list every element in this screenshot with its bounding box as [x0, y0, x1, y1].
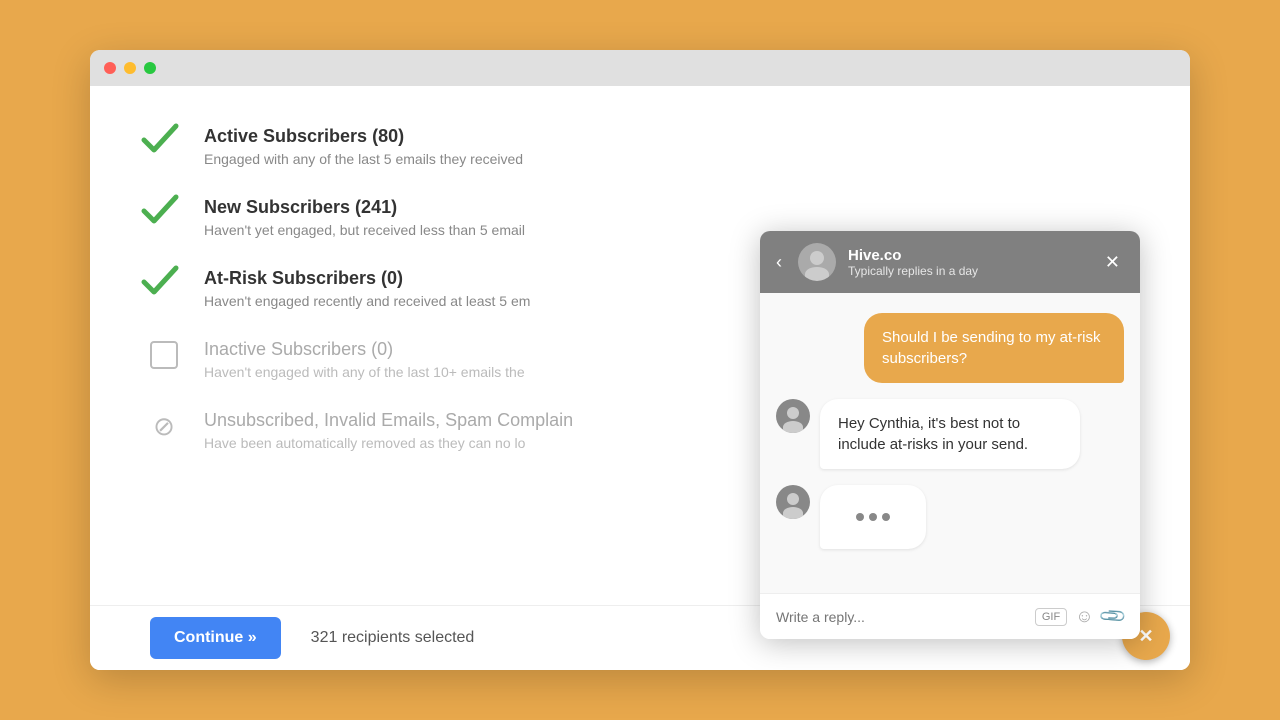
message-bubble-right: Should I be sending to my at-risk subscr… — [864, 313, 1124, 383]
item-title-unsubscribed: Unsubscribed, Invalid Emails, Spam Compl… — [204, 410, 573, 431]
blocked-icon: ⊘ — [150, 412, 178, 440]
chat-avatar — [798, 243, 836, 281]
message-incoming-2 — [776, 485, 1124, 549]
checkbox-active[interactable] — [150, 128, 184, 162]
checkbox-at-risk[interactable] — [150, 270, 184, 304]
recipients-count: 321 recipients selected — [311, 629, 475, 647]
item-desc-active: Engaged with any of the last 5 emails th… — [204, 151, 523, 167]
item-text-active: Active Subscribers (80) Engaged with any… — [204, 126, 523, 167]
browser-window: Active Subscribers (80) Engaged with any… — [90, 50, 1190, 670]
typing-dot-2 — [869, 513, 877, 521]
message-incoming-1: Hey Cynthia, it's best not to include at… — [776, 399, 1124, 469]
item-desc-new: Haven't yet engaged, but received less t… — [204, 222, 525, 238]
checkbox-new[interactable] — [150, 199, 184, 233]
continue-button[interactable]: Continue » — [150, 617, 281, 659]
item-title-new: New Subscribers (241) — [204, 197, 525, 218]
sender-avatar-1 — [776, 399, 810, 433]
message-bubble-typing — [820, 485, 926, 549]
minimize-dot[interactable] — [124, 62, 136, 74]
close-icon: ✕ — [1138, 626, 1153, 647]
subscriber-item-active: Active Subscribers (80) Engaged with any… — [150, 126, 1130, 167]
emoji-icon[interactable]: ☺ — [1075, 606, 1093, 627]
item-text-new: New Subscribers (241) Haven't yet engage… — [204, 197, 525, 238]
titlebar — [90, 50, 1190, 86]
item-text-inactive: Inactive Subscribers (0) Haven't engaged… — [204, 339, 525, 380]
item-title-inactive: Inactive Subscribers (0) — [204, 339, 525, 360]
item-title-active: Active Subscribers (80) — [204, 126, 523, 147]
message-outgoing: Should I be sending to my at-risk subscr… — [864, 313, 1124, 383]
item-desc-inactive: Haven't engaged with any of the last 10+… — [204, 364, 525, 380]
chat-name: Hive.co — [848, 247, 1089, 264]
item-desc-at-risk: Haven't engaged recently and received at… — [204, 293, 530, 309]
chat-header: ‹ Hive.co Typically replies in a day ✕ — [760, 231, 1140, 293]
item-desc-unsubscribed: Have been automatically removed as they … — [204, 435, 573, 451]
chat-panel: ‹ Hive.co Typically replies in a day ✕ S… — [760, 231, 1140, 639]
browser-content: Active Subscribers (80) Engaged with any… — [90, 86, 1190, 670]
maximize-dot[interactable] — [144, 62, 156, 74]
chat-close-button[interactable]: ✕ — [1101, 248, 1124, 277]
chat-body: Should I be sending to my at-risk subscr… — [760, 293, 1140, 593]
chat-header-info: Hive.co Typically replies in a day — [848, 247, 1089, 278]
close-dot[interactable] — [104, 62, 116, 74]
chat-input-icons: GIF ☺ 📎 — [1035, 606, 1124, 627]
typing-indicator — [838, 499, 908, 535]
chat-reply-input[interactable] — [776, 609, 1025, 625]
item-title-at-risk: At-Risk Subscribers (0) — [204, 268, 530, 289]
sender-avatar-2 — [776, 485, 810, 519]
checkbox-inactive[interactable] — [150, 341, 184, 375]
chat-back-button[interactable]: ‹ — [776, 252, 786, 273]
item-text-unsubscribed: Unsubscribed, Invalid Emails, Spam Compl… — [204, 410, 573, 451]
typing-dot-3 — [882, 513, 890, 521]
checkbox-unsubscribed: ⊘ — [150, 412, 184, 446]
gif-button[interactable]: GIF — [1035, 608, 1067, 626]
chat-input-area: GIF ☺ 📎 — [760, 593, 1140, 639]
attachment-icon[interactable]: 📎 — [1097, 601, 1128, 632]
chat-status: Typically replies in a day — [848, 264, 1089, 278]
typing-dot-1 — [856, 513, 864, 521]
item-text-at-risk: At-Risk Subscribers (0) Haven't engaged … — [204, 268, 530, 309]
message-bubble-left-1: Hey Cynthia, it's best not to include at… — [820, 399, 1080, 469]
